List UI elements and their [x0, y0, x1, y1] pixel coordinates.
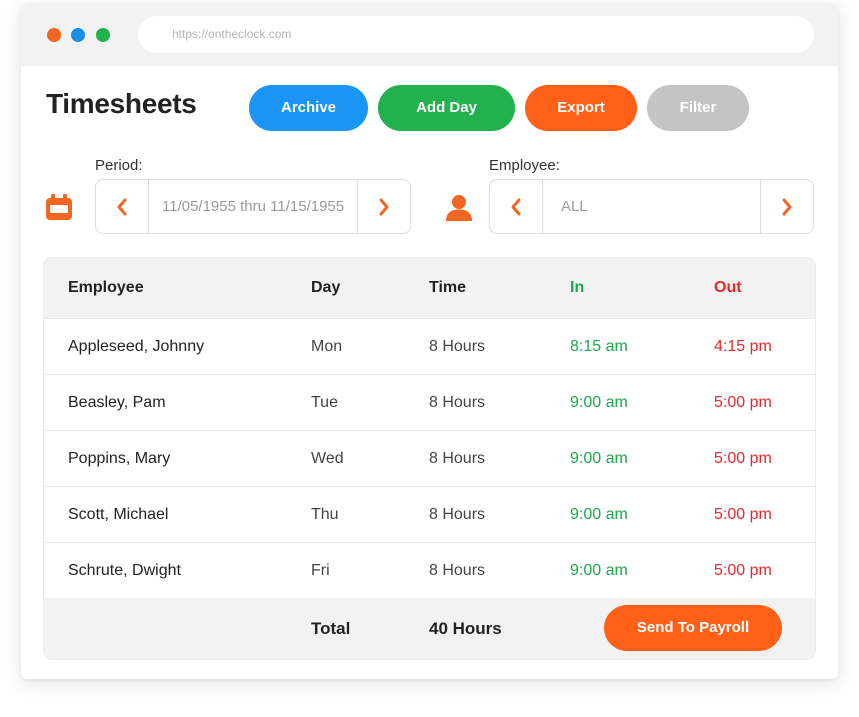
time-cell: 8 Hours — [429, 450, 486, 467]
employee-selector: ALL — [489, 179, 814, 234]
employee-name: Appleseed, Johnny — [68, 338, 205, 355]
maximize-window-button[interactable] — [96, 28, 110, 42]
total-label: Total — [311, 619, 351, 638]
employee-name: Poppins, Mary — [68, 450, 171, 467]
day-cell: Fri — [311, 562, 330, 579]
header-day[interactable]: Day — [311, 258, 340, 318]
header-time[interactable]: Time — [429, 258, 466, 318]
period-next-button[interactable] — [357, 180, 410, 233]
address-bar[interactable]: https://ontheclock.com — [138, 16, 814, 53]
person-icon — [446, 195, 472, 221]
table-row[interactable]: Schrute, Dwight Fri 8 Hours 9:00 am 5:00… — [44, 542, 815, 598]
period-selector: 11/05/1955 thru 11/15/1955 — [95, 179, 411, 234]
browser-window: https://ontheclock.com Timesheets Archiv… — [21, 4, 838, 679]
employee-name: Beasley, Pam — [68, 394, 166, 411]
header-employee[interactable]: Employee — [68, 258, 144, 318]
minimize-window-button[interactable] — [71, 28, 85, 42]
add-day-button[interactable]: Add Day — [378, 85, 515, 131]
time-cell: 8 Hours — [429, 394, 486, 411]
page-title: Timesheets — [46, 88, 197, 119]
clock-out-cell: 4:15 pm — [714, 338, 772, 355]
employee-label: Employee: — [489, 157, 560, 174]
period-prev-button[interactable] — [96, 180, 149, 233]
chevron-left-icon — [511, 198, 521, 215]
chevron-left-icon — [117, 198, 127, 215]
export-button[interactable]: Export — [525, 85, 637, 131]
time-cell: 8 Hours — [429, 562, 486, 579]
filter-button[interactable]: Filter — [647, 85, 749, 131]
table-footer: Total 40 Hours Send To Payroll — [44, 598, 815, 659]
timesheet-table: Employee Day Time In Out Appleseed, John… — [44, 258, 815, 659]
archive-button[interactable]: Archive — [249, 85, 368, 131]
close-window-button[interactable] — [47, 28, 61, 42]
clock-in-cell: 9:00 am — [570, 450, 628, 467]
total-hours: 40 Hours — [429, 619, 502, 638]
clock-out-cell: 5:00 pm — [714, 450, 772, 467]
header-in[interactable]: In — [570, 258, 584, 318]
clock-in-cell: 9:00 am — [570, 394, 628, 411]
employee-prev-button[interactable] — [490, 180, 543, 233]
clock-out-cell: 5:00 pm — [714, 394, 772, 411]
table-row[interactable]: Beasley, Pam Tue 8 Hours 9:00 am 5:00 pm — [44, 374, 815, 430]
employee-value: ALL — [561, 198, 588, 215]
send-to-payroll-button[interactable]: Send To Payroll — [604, 605, 782, 651]
period-value: 11/05/1955 thru 11/15/1955 — [162, 198, 345, 215]
clock-in-cell: 9:00 am — [570, 562, 628, 579]
day-cell: Mon — [311, 338, 343, 355]
employee-name: Schrute, Dwight — [68, 562, 181, 579]
employee-next-button[interactable] — [760, 180, 813, 233]
time-cell: 8 Hours — [429, 338, 486, 355]
table-row[interactable]: Poppins, Mary Wed 8 Hours 9:00 am 5:00 p… — [44, 430, 815, 486]
period-label: Period: — [95, 157, 143, 174]
day-cell: Wed — [311, 450, 344, 467]
clock-in-cell: 9:00 am — [570, 506, 628, 523]
day-cell: Thu — [311, 506, 339, 523]
clock-out-cell: 5:00 pm — [714, 506, 772, 523]
chevron-right-icon — [782, 198, 792, 215]
clock-out-cell: 5:00 pm — [714, 562, 772, 579]
table-header: Employee Day Time In Out — [44, 258, 815, 318]
day-cell: Tue — [311, 394, 338, 411]
clock-in-cell: 8:15 am — [570, 338, 628, 355]
browser-titlebar: https://ontheclock.com — [21, 4, 838, 66]
table-row[interactable]: Scott, Michael Thu 8 Hours 9:00 am 5:00 … — [44, 486, 815, 542]
table-row[interactable]: Appleseed, Johnny Mon 8 Hours 8:15 am 4:… — [44, 318, 815, 374]
header-out[interactable]: Out — [714, 258, 742, 318]
chevron-right-icon — [379, 198, 389, 215]
time-cell: 8 Hours — [429, 506, 486, 523]
calendar-icon — [46, 194, 72, 220]
employee-name: Scott, Michael — [68, 506, 169, 523]
